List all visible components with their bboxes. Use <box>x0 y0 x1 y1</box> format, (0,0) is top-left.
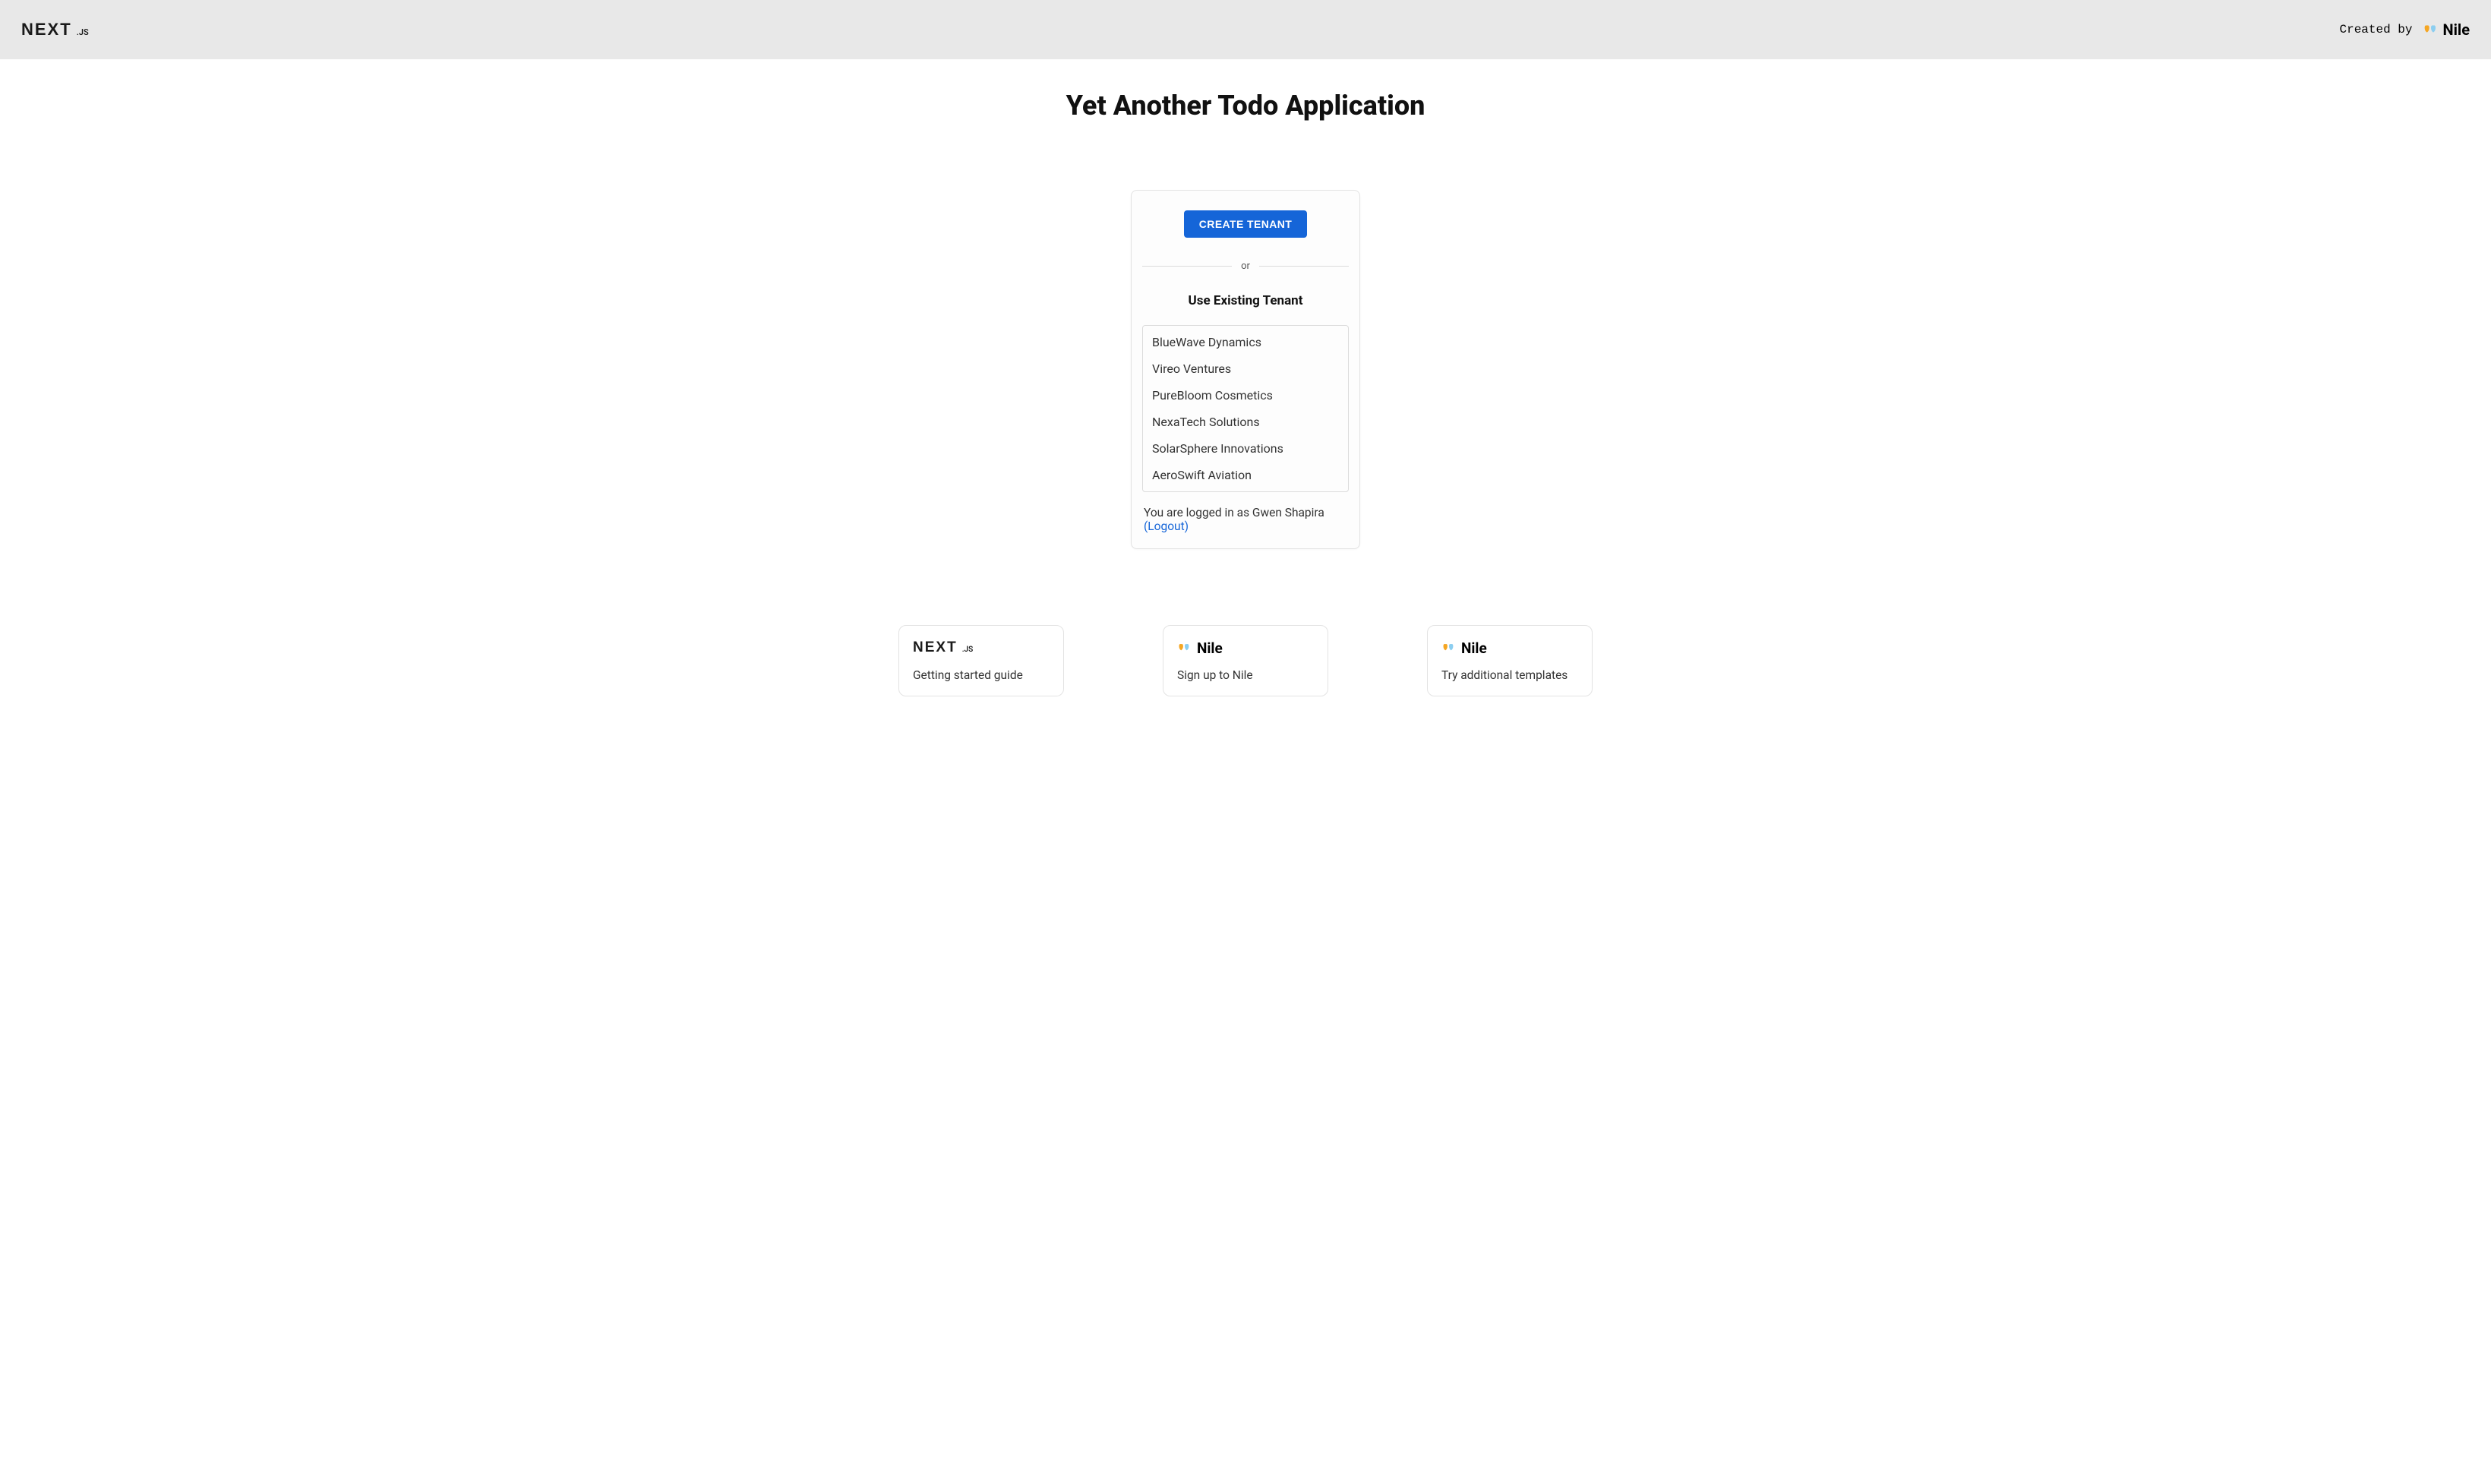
created-by-label: Created by <box>2339 23 2412 36</box>
nile-icon <box>2423 22 2439 37</box>
divider-line-right <box>1259 266 1349 267</box>
login-user: Gwen Shapira <box>1252 506 1324 519</box>
created-by-wrap: Created by Nile <box>2339 21 2470 39</box>
divider-line-left <box>1142 266 1232 267</box>
nextjs-logo-suffix: .JS <box>962 646 974 654</box>
divider-text: or <box>1241 260 1250 272</box>
nextjs-logo-text: NEXT <box>21 20 72 39</box>
footer-card-text: Try additional templates <box>1441 668 1578 682</box>
footer-card-logo: Nile <box>1177 638 1314 658</box>
footer-card-text: Sign up to Nile <box>1177 668 1314 682</box>
nile-wordmark: Nile <box>1197 639 1223 657</box>
tenant-list: BlueWave Dynamics Vireo Ventures PureBlo… <box>1142 325 1349 492</box>
nextjs-logo-small: NEXT .JS <box>913 639 973 656</box>
footer-card-logo: Nile <box>1441 638 1578 658</box>
existing-tenant-heading: Use Existing Tenant <box>1189 293 1303 308</box>
footer-card-text: Getting started guide <box>913 668 1050 682</box>
page-title: Yet Another Todo Application <box>0 90 2491 122</box>
footer-card-templates[interactable]: Nile Try additional templates <box>1427 625 1593 696</box>
tenant-item[interactable]: PureBloom Cosmetics <box>1143 382 1348 409</box>
nile-icon <box>1441 640 1457 655</box>
nile-icon <box>1177 640 1192 655</box>
nextjs-logo: NEXT .JS <box>21 20 89 39</box>
nile-wordmark: Nile <box>1461 639 1487 657</box>
logout-link[interactable]: (Logout) <box>1144 519 1189 533</box>
divider: or <box>1142 260 1349 272</box>
tenant-item[interactable]: NexaTech Solutions <box>1143 409 1348 435</box>
nile-logo[interactable]: Nile <box>2423 21 2470 39</box>
footer-card-signup[interactable]: Nile Sign up to Nile <box>1163 625 1328 696</box>
nile-logo-small: Nile <box>1177 639 1223 657</box>
nextjs-logo-suffix: .JS <box>77 27 89 37</box>
tenant-card: CREATE TENANT or Use Existing Tenant Blu… <box>1131 190 1360 549</box>
nile-wordmark: Nile <box>2443 21 2470 39</box>
tenant-item[interactable]: SolarSphere Innovations <box>1143 435 1348 462</box>
login-prefix: You are logged in as <box>1144 506 1252 519</box>
footer-card-getting-started[interactable]: NEXT .JS Getting started guide <box>898 625 1064 696</box>
nile-logo-small: Nile <box>1441 639 1487 657</box>
tenant-item[interactable]: AeroSwift Aviation <box>1143 462 1348 488</box>
nextjs-logo-text: NEXT <box>913 639 958 656</box>
tenant-item[interactable]: BlueWave Dynamics <box>1143 329 1348 355</box>
create-tenant-button[interactable]: CREATE TENANT <box>1184 210 1307 238</box>
login-status: You are logged in as Gwen Shapira (Logou… <box>1142 506 1349 533</box>
footer-card-logo: NEXT .JS <box>913 638 1050 658</box>
tenant-item[interactable]: Vireo Ventures <box>1143 355 1348 382</box>
header-bar: NEXT .JS Created by Nile <box>0 0 2491 59</box>
footer-cards: NEXT .JS Getting started guide Nile Sign … <box>0 625 2491 727</box>
main-area: CREATE TENANT or Use Existing Tenant Blu… <box>0 190 2491 549</box>
